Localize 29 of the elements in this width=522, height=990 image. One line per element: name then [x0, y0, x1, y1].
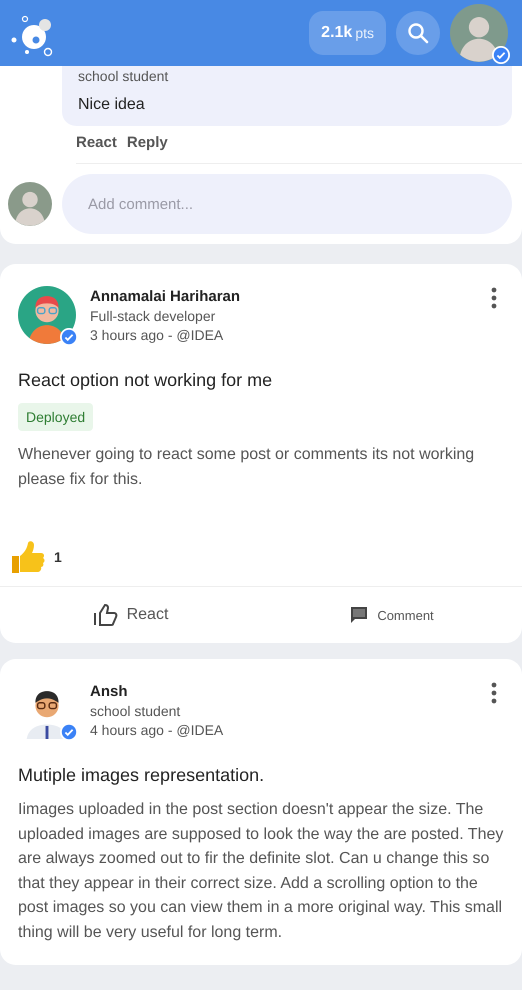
commenter-role: school student [78, 68, 170, 84]
more-icon [490, 286, 498, 308]
search-icon [406, 21, 430, 45]
post-meta: 4 hours ago - @IDEA [90, 722, 224, 738]
post-title: React option not working for me [17, 370, 274, 391]
developer-avatar [18, 286, 76, 344]
author-name[interactable]: Annamalai Hariharan [90, 288, 470, 305]
thumbs-up-icon [92, 603, 119, 627]
post-body: Iimages uploaded in the post section doesn't appear the size. The uploaded images are supposed to look the way the are posted. They are always zoomed out to fir the definite slot. Can u change this so that they appear in their correct size. Add a scrolling option to the post images so you can view them in a more original way. This small thing will be very useful for long term. [17, 800, 504, 942]
reaction-count: 1 [54, 549, 62, 565]
post-meta: 3 hours ago - @IDEA [90, 327, 224, 343]
react-button[interactable]: React [0, 587, 261, 643]
more-icon [490, 682, 498, 704]
author-role: school student [90, 703, 182, 719]
author-name[interactable]: Ansh [90, 683, 470, 700]
comment-action-link[interactable]: React [76, 134, 117, 151]
author-role: Full-stack developer [90, 308, 216, 324]
post-body: Whenever going to react some post or comments its not working please fix for this. [17, 445, 476, 490]
post-title: Mutiple images representation. [17, 765, 266, 786]
comment-action-link[interactable]: Reply [126, 134, 168, 151]
profile-avatar[interactable] [450, 4, 508, 62]
comment-icon [349, 605, 370, 625]
search-button[interactable] [396, 11, 440, 55]
thumbs-up-icon [10, 540, 46, 574]
comment-button[interactable]: Comment [261, 587, 522, 643]
comment-text: Nice idea [78, 96, 146, 114]
status-tag: Deployed [18, 403, 94, 431]
user-avatar [8, 182, 52, 226]
comment-input[interactable]: Add comment... [62, 174, 512, 234]
